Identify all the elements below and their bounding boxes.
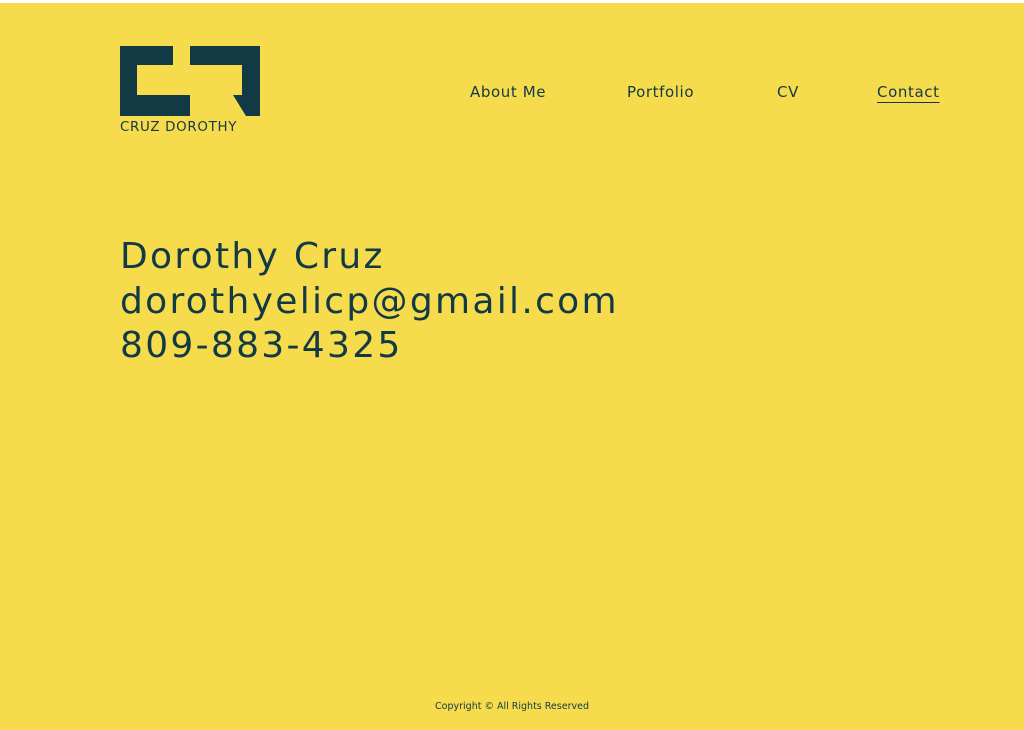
page-background: CRUZ DOROTHY About Me Portfolio CV Conta…	[0, 3, 1024, 730]
main-navigation: About Me Portfolio CV Contact	[0, 83, 1024, 107]
contact-phone-link[interactable]: 809-883-4325	[120, 324, 619, 369]
footer-copyright: Copyright © All Rights Reserved	[435, 701, 589, 712]
contact-details: Dorothy Cruz dorothyelicp@gmail.com 809-…	[120, 235, 619, 369]
nav-link-cv[interactable]: CV	[777, 83, 799, 101]
contact-email-link[interactable]: dorothyelicp@gmail.com	[120, 280, 619, 325]
nav-link-portfolio[interactable]: Portfolio	[627, 83, 694, 101]
nav-link-contact[interactable]: Contact	[877, 83, 940, 101]
brand-name: CRUZ DOROTHY	[120, 120, 238, 135]
contact-name: Dorothy Cruz	[120, 236, 385, 277]
nav-link-about-me[interactable]: About Me	[470, 83, 546, 101]
